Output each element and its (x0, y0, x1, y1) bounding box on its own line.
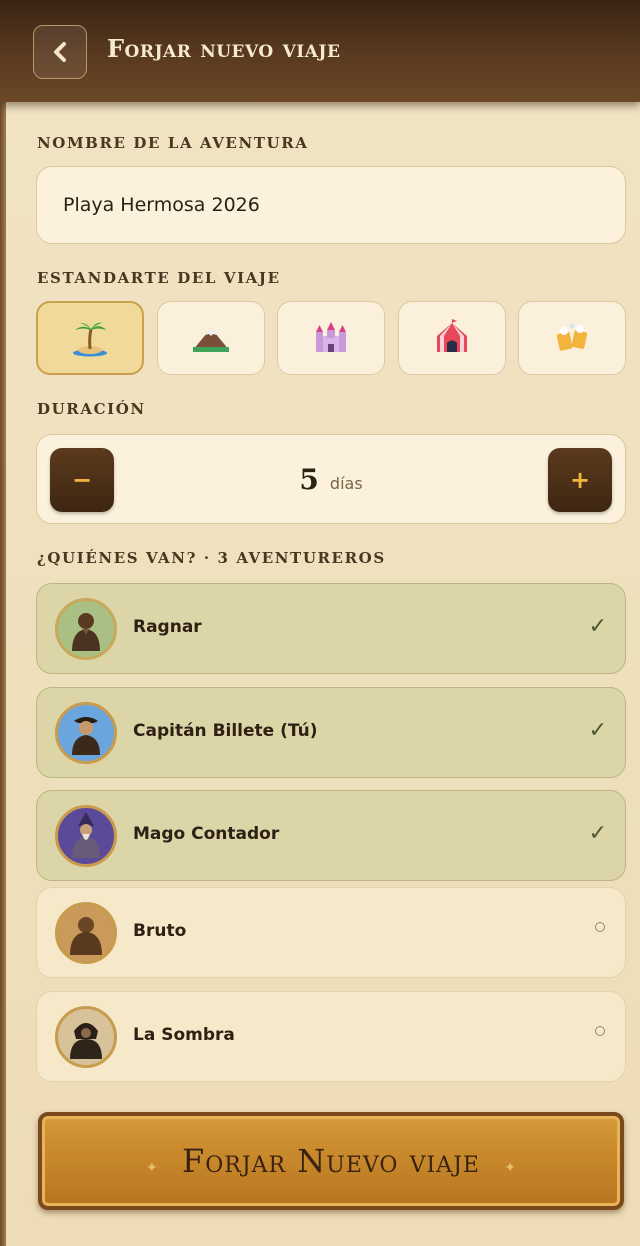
page-title: Forjar nuevo viaje (107, 34, 341, 63)
banner-option-island[interactable] (36, 301, 144, 375)
avatar (55, 702, 117, 764)
duration-number: 5 (299, 463, 319, 496)
member-la-sombra[interactable]: La Sombra (36, 991, 626, 1082)
banner-option-circus[interactable] (398, 301, 506, 375)
avatar (55, 598, 117, 660)
circus-tent-icon (437, 319, 467, 352)
mountain-icon (193, 328, 229, 352)
adventure-name-input[interactable]: Playa Hermosa 2026 (36, 166, 626, 244)
duration-label: DURACIÓN (37, 400, 146, 418)
check-icon: ✓ (588, 614, 607, 639)
forge-trip-button[interactable]: ✦ Forjar Nuevo viaje ✦ (38, 1112, 624, 1210)
star-ornament-icon: ✦ (146, 1160, 158, 1176)
avatar (55, 805, 117, 867)
duration-stepper: − 5 días + (36, 434, 626, 524)
unselected-indicator (595, 922, 605, 932)
member-bruto[interactable]: Bruto (36, 887, 626, 978)
member-name: Mago Contador (133, 824, 280, 844)
avatar (55, 902, 117, 964)
member-name: Ragnar (133, 617, 202, 637)
duration-unit: días (329, 474, 363, 493)
forge-trip-label: Forjar Nuevo viaje (182, 1142, 480, 1180)
unselected-indicator (595, 1026, 605, 1036)
adventure-name-label: NOMBRE DE LA AVENTURA (37, 134, 309, 152)
check-icon: ✓ (588, 718, 607, 743)
castle-icon (316, 322, 346, 352)
plus-icon: + (569, 466, 591, 494)
back-button[interactable] (33, 25, 87, 79)
star-ornament-icon: ✦ (504, 1160, 516, 1176)
banner-option-mountain[interactable] (157, 301, 265, 375)
member-name: Capitán Billete (Tú) (133, 721, 318, 741)
member-mago-contador[interactable]: Mago Contador ✓ (36, 790, 626, 881)
palm-island-icon (73, 322, 107, 357)
banner-options (36, 301, 626, 375)
banner-label: ESTANDARTE DEL VIAJE (37, 269, 281, 287)
check-icon: ✓ (588, 821, 607, 846)
chevron-left-icon (54, 42, 66, 62)
member-capitan-billete[interactable]: Capitán Billete (Tú) ✓ (36, 687, 626, 778)
members-label: ¿QUIÉNES VAN? · 3 AVENTUREROS (37, 549, 386, 567)
member-name: La Sombra (133, 1025, 235, 1045)
increase-duration-button[interactable]: + (548, 448, 612, 512)
avatar (55, 1006, 117, 1068)
app-header: Forjar nuevo viaje (0, 0, 640, 102)
left-border-decoration (0, 0, 6, 1246)
banner-option-beer[interactable] (518, 301, 626, 375)
member-ragnar[interactable]: Ragnar ✓ (36, 583, 626, 674)
banner-option-castle[interactable] (277, 301, 385, 375)
beer-mugs-icon (556, 323, 588, 351)
member-name: Bruto (133, 921, 187, 941)
duration-value-display: 5 días (37, 463, 625, 496)
